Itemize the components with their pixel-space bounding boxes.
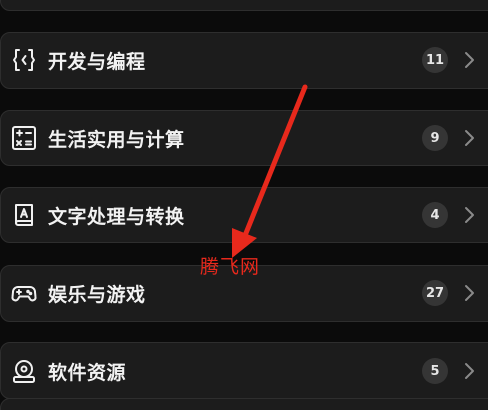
code-brackets-icon: [10, 46, 38, 74]
category-label: 生活实用与计算: [48, 128, 185, 151]
category-row-development[interactable]: 开发与编程 11: [0, 32, 488, 88]
count-badge: 27: [422, 280, 448, 306]
category-row-software[interactable]: 软件资源 5: [0, 343, 488, 399]
previous-card-edge: [0, 0, 488, 11]
software-disk-icon: [10, 357, 38, 385]
chevron-right-icon: [465, 130, 474, 146]
count-badge: 9: [422, 125, 448, 151]
chevron-right-icon: [465, 285, 474, 301]
count-badge: 11: [422, 47, 448, 73]
category-label: 软件资源: [48, 361, 127, 384]
text-book-icon: [10, 201, 38, 229]
next-card-edge: [0, 398, 488, 410]
chevron-right-icon: [465, 52, 474, 68]
category-row-life-utility[interactable]: 生活实用与计算 9: [0, 110, 488, 166]
count-badge: 4: [422, 202, 448, 228]
chevron-right-icon: [465, 207, 474, 223]
category-label: 文字处理与转换: [48, 205, 185, 228]
category-label: 开发与编程: [48, 50, 146, 73]
category-label: 娱乐与游戏: [48, 283, 146, 306]
category-list-screen: 开发与编程 11 生活实用与计算 9 文字处理与转换 4 娱乐与游戏 27 软件…: [0, 0, 488, 410]
count-badge: 5: [422, 358, 448, 384]
calculator-icon: [10, 124, 38, 152]
watermark-text: 腾飞网: [200, 256, 261, 278]
chevron-right-icon: [465, 363, 474, 379]
gamepad-icon: [10, 279, 38, 307]
category-row-text-processing[interactable]: 文字处理与转换 4: [0, 187, 488, 243]
